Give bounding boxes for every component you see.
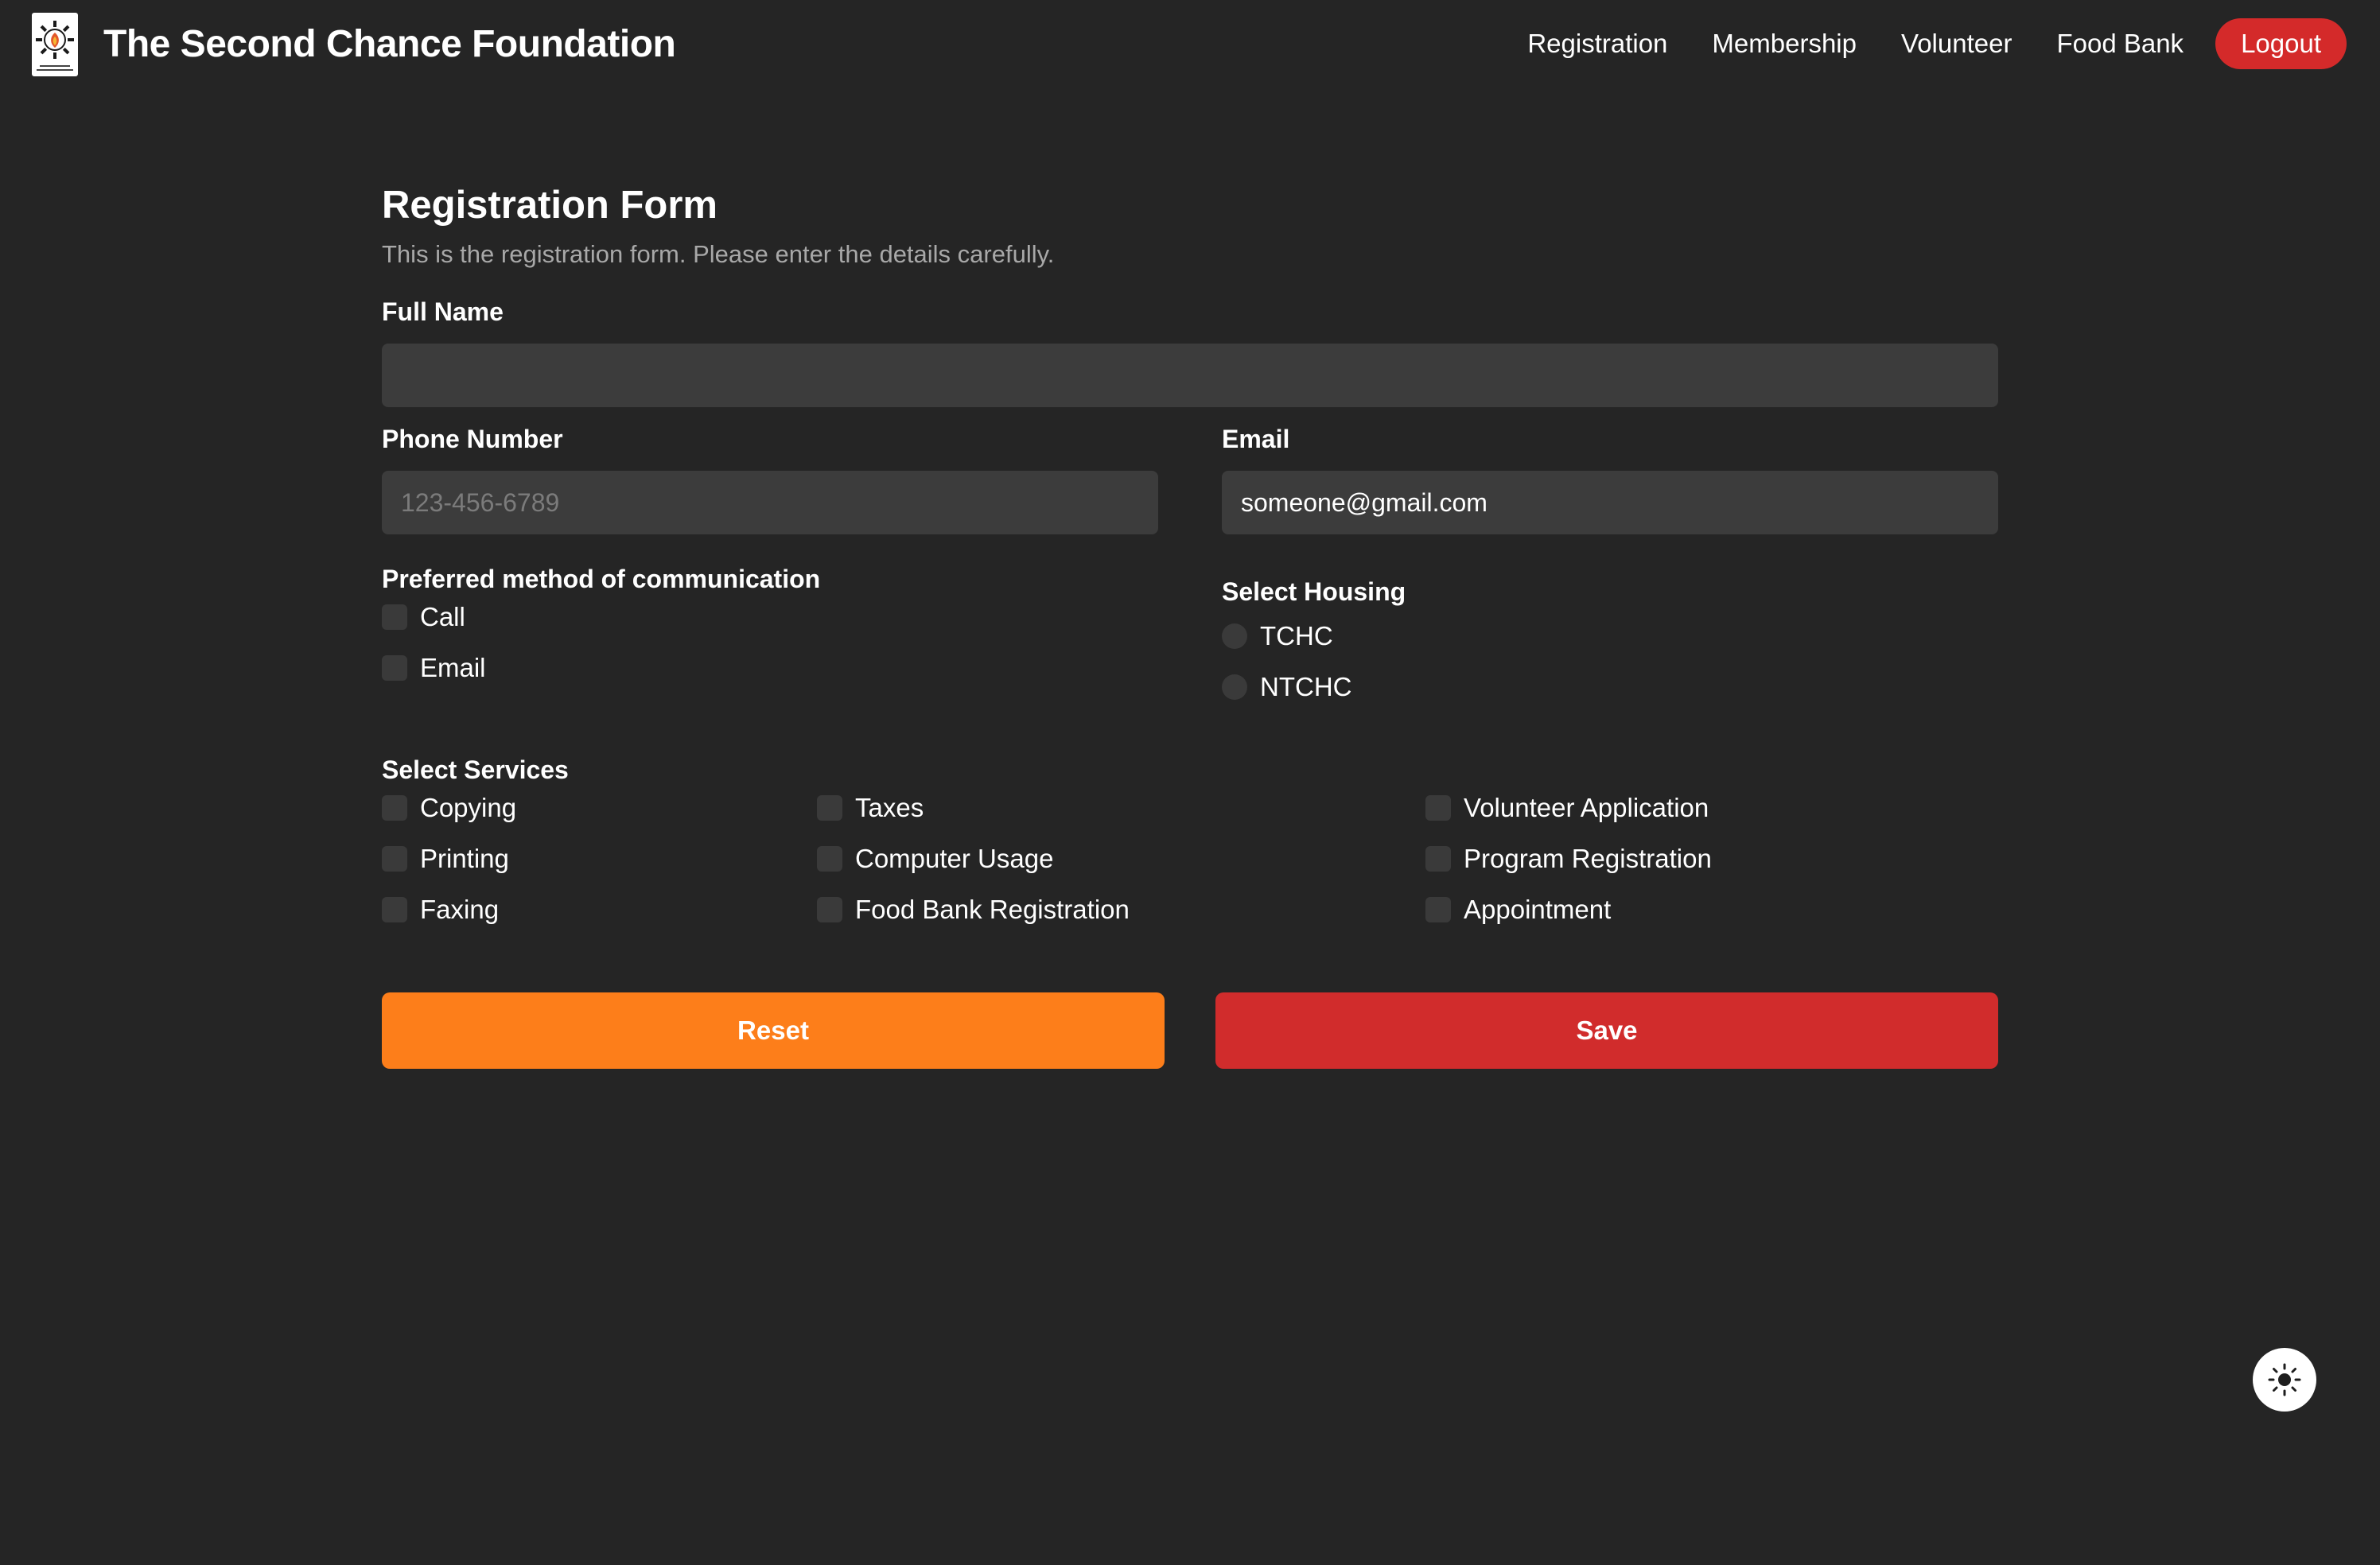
form-subtitle: This is the registration form. Please en… bbox=[382, 240, 1055, 268]
sun-icon bbox=[2268, 1363, 2301, 1396]
service-option-program-registration[interactable]: Program Registration bbox=[1425, 843, 1712, 875]
checkbox[interactable] bbox=[1425, 795, 1451, 821]
save-button[interactable]: Save bbox=[1215, 992, 1998, 1069]
nav-link-registration[interactable]: Registration bbox=[1527, 17, 1667, 70]
checkbox[interactable] bbox=[1425, 897, 1451, 922]
option-label: Email bbox=[420, 653, 486, 682]
theme-toggle-button[interactable] bbox=[2253, 1348, 2316, 1412]
navbar: The Second Chance Foundation Registratio… bbox=[0, 0, 2380, 89]
checkbox[interactable] bbox=[382, 604, 407, 630]
phone-input[interactable] bbox=[382, 471, 1158, 534]
services-label: Select Services bbox=[382, 755, 569, 784]
service-option-copying[interactable]: Copying bbox=[382, 792, 516, 824]
housing-option-tchc[interactable]: TCHC bbox=[1222, 620, 1333, 652]
housing-label: Select Housing bbox=[1222, 577, 1406, 606]
option-label: TCHC bbox=[1260, 621, 1333, 650]
option-label: Computer Usage bbox=[855, 844, 1054, 873]
option-label: Taxes bbox=[855, 793, 924, 822]
service-option-printing[interactable]: Printing bbox=[382, 843, 509, 875]
logout-button[interactable]: Logout bbox=[2215, 18, 2347, 69]
radio-button[interactable] bbox=[1222, 623, 1247, 649]
reset-button[interactable]: Reset bbox=[382, 992, 1165, 1069]
nav-link-food-bank[interactable]: Food Bank bbox=[2056, 17, 2184, 70]
option-label: NTCHC bbox=[1260, 672, 1352, 701]
full-name-label: Full Name bbox=[382, 297, 504, 326]
communication-option-call[interactable]: Call bbox=[382, 601, 465, 633]
option-label: Appointment bbox=[1464, 895, 1612, 924]
nav-link-volunteer[interactable]: Volunteer bbox=[1901, 17, 2012, 70]
radio-button[interactable] bbox=[1222, 674, 1247, 700]
service-option-volunteer-application[interactable]: Volunteer Application bbox=[1425, 792, 1709, 824]
email-label: Email bbox=[1222, 425, 1290, 453]
option-label: Printing bbox=[420, 844, 509, 873]
checkbox[interactable] bbox=[817, 846, 842, 872]
checkbox[interactable] bbox=[817, 897, 842, 922]
option-label: Faxing bbox=[420, 895, 500, 924]
page: The Second Chance Foundation Registratio… bbox=[0, 0, 2380, 1565]
option-label: Copying bbox=[420, 793, 517, 822]
service-option-appointment[interactable]: Appointment bbox=[1425, 894, 1611, 926]
service-option-faxing[interactable]: Faxing bbox=[382, 894, 499, 926]
checkbox[interactable] bbox=[817, 795, 842, 821]
phone-label: Phone Number bbox=[382, 425, 563, 453]
nav-links: Registration Membership Volunteer Food B… bbox=[1527, 17, 2347, 70]
checkbox[interactable] bbox=[382, 897, 407, 922]
nav-link-membership[interactable]: Membership bbox=[1712, 17, 1857, 70]
email-input[interactable] bbox=[1222, 471, 1998, 534]
foundation-logo-icon[interactable] bbox=[32, 13, 78, 76]
housing-option-ntchc[interactable]: NTCHC bbox=[1222, 671, 1351, 703]
full-name-input[interactable] bbox=[382, 344, 1998, 407]
checkbox[interactable] bbox=[382, 846, 407, 872]
option-label: Food Bank Registration bbox=[855, 895, 1130, 924]
checkbox[interactable] bbox=[382, 655, 407, 681]
brand-title[interactable]: The Second Chance Foundation bbox=[103, 21, 676, 68]
service-option-computer-usage[interactable]: Computer Usage bbox=[817, 843, 1053, 875]
communication-label: Preferred method of communication bbox=[382, 565, 821, 593]
option-label: Program Registration bbox=[1464, 844, 1712, 873]
checkbox[interactable] bbox=[382, 795, 407, 821]
service-option-taxes[interactable]: Taxes bbox=[817, 792, 924, 824]
checkbox[interactable] bbox=[1425, 846, 1451, 872]
service-option-food-bank-registration[interactable]: Food Bank Registration bbox=[817, 894, 1130, 926]
communication-option-email[interactable]: Email bbox=[382, 652, 486, 684]
option-label: Volunteer Application bbox=[1464, 793, 1709, 822]
form-title: Registration Form bbox=[382, 184, 718, 227]
option-label: Call bbox=[420, 602, 465, 631]
